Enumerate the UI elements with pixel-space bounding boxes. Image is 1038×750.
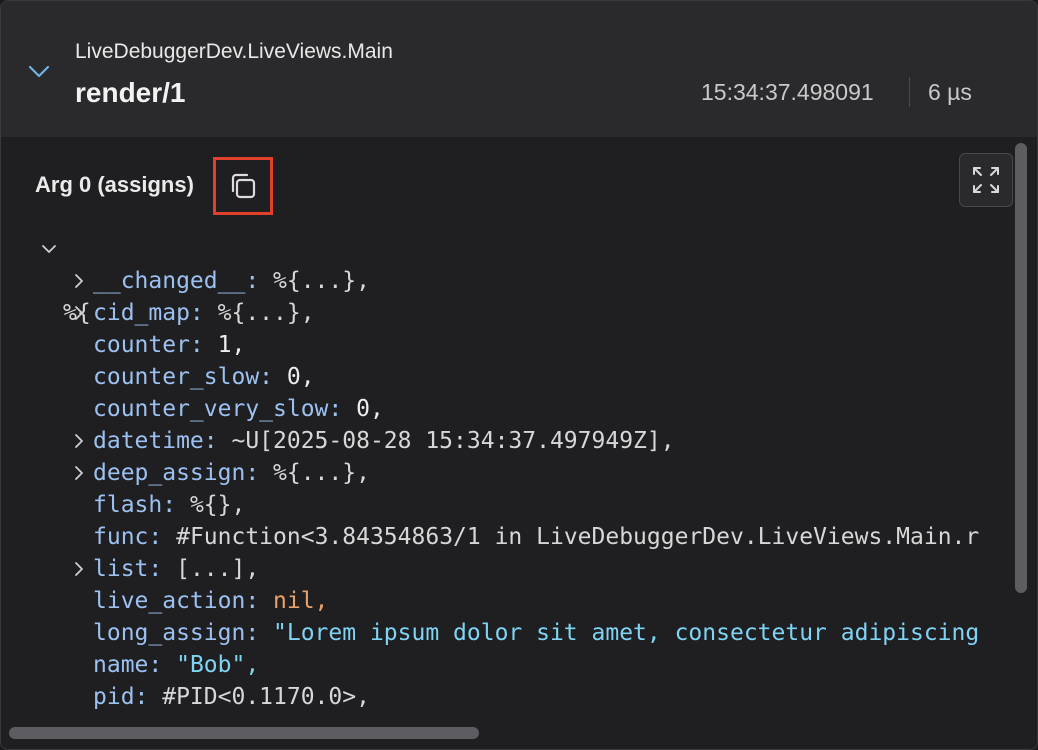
- tree-value: %{...},: [203, 300, 315, 326]
- tree-value: ~U[2025-08-28 15:34:37.497949Z],: [217, 428, 675, 454]
- tree-key: long_assign:: [93, 620, 260, 646]
- divider: [909, 77, 910, 107]
- tree-key: datetime:: [93, 428, 218, 454]
- function-name: render/1: [75, 77, 186, 108]
- chevron-right-icon[interactable]: [71, 465, 87, 481]
- tree-value: #Reference<0.2927753363.3294167873.18659…: [148, 716, 757, 717]
- tree-value: %{...},: [259, 268, 370, 294]
- chevron-right-icon[interactable]: [71, 433, 87, 449]
- tree-key: pid:: [93, 684, 149, 710]
- trace-header[interactable]: LiveDebuggerDev.LiveViews.Main render/1 …: [1, 1, 1037, 137]
- trace-panel: LiveDebuggerDev.LiveViews.Main render/1 …: [0, 0, 1038, 750]
- tree-value: #Function<3.84354863/1 in LiveDebuggerDe…: [162, 524, 980, 550]
- tree-key: counter_slow:: [93, 364, 274, 390]
- fullscreen-button[interactable]: [959, 153, 1013, 207]
- tree-key: __changed__:: [93, 268, 260, 294]
- tree-key: name:: [93, 652, 163, 678]
- copy-icon: [231, 173, 256, 199]
- copy-button[interactable]: [213, 157, 273, 215]
- tree-key: ref:: [93, 716, 148, 717]
- vertical-scrollbar[interactable]: [1015, 143, 1027, 593]
- tree-value: 0,: [273, 364, 315, 390]
- tree-value: 1,: [203, 332, 246, 358]
- module-name: LiveDebuggerDev.LiveViews.Main: [75, 40, 393, 63]
- tree-key: flash:: [93, 492, 177, 518]
- tree-key: counter:: [93, 332, 204, 358]
- timestamp: 15:34:37.498091: [701, 79, 874, 105]
- tree-key: live_action:: [93, 588, 260, 614]
- chevron-right-icon[interactable]: [71, 561, 87, 577]
- tree-key: cid_map:: [93, 300, 204, 326]
- chevron-right-icon[interactable]: [71, 305, 87, 321]
- assigns-tree: %{ __changed__: %{...}, cid_map: %{...}, c…: [1, 231, 1009, 717]
- arg-label: Arg 0 (assigns): [35, 172, 194, 197]
- tree-key: list:: [93, 556, 163, 582]
- tree-value: "Lorem ipsum dolor sit amet, consectetur…: [259, 620, 980, 646]
- duration: 6 µs: [928, 79, 972, 105]
- tree-value: "Bob",: [162, 652, 260, 678]
- tree-value: %{...},: [259, 460, 370, 486]
- tree-value: nil,: [259, 588, 329, 614]
- tree-key: func:: [93, 524, 163, 550]
- chevron-right-icon[interactable]: [71, 273, 87, 289]
- tree-value: 0,: [342, 396, 384, 422]
- tree-value: [...],: [162, 556, 260, 582]
- tree-value: %{},: [176, 492, 246, 518]
- chevron-down-icon[interactable]: [41, 241, 57, 257]
- fullscreen-icon: [973, 167, 999, 193]
- horizontal-scrollbar[interactable]: [9, 727, 479, 739]
- tree-key: deep_assign:: [93, 460, 260, 486]
- tree-key: counter_very_slow:: [93, 396, 343, 422]
- tree-root[interactable]: %{: [1, 233, 91, 326]
- tree-value: #PID<0.1170.0>,: [148, 684, 370, 710]
- chevron-down-icon[interactable]: [27, 59, 51, 83]
